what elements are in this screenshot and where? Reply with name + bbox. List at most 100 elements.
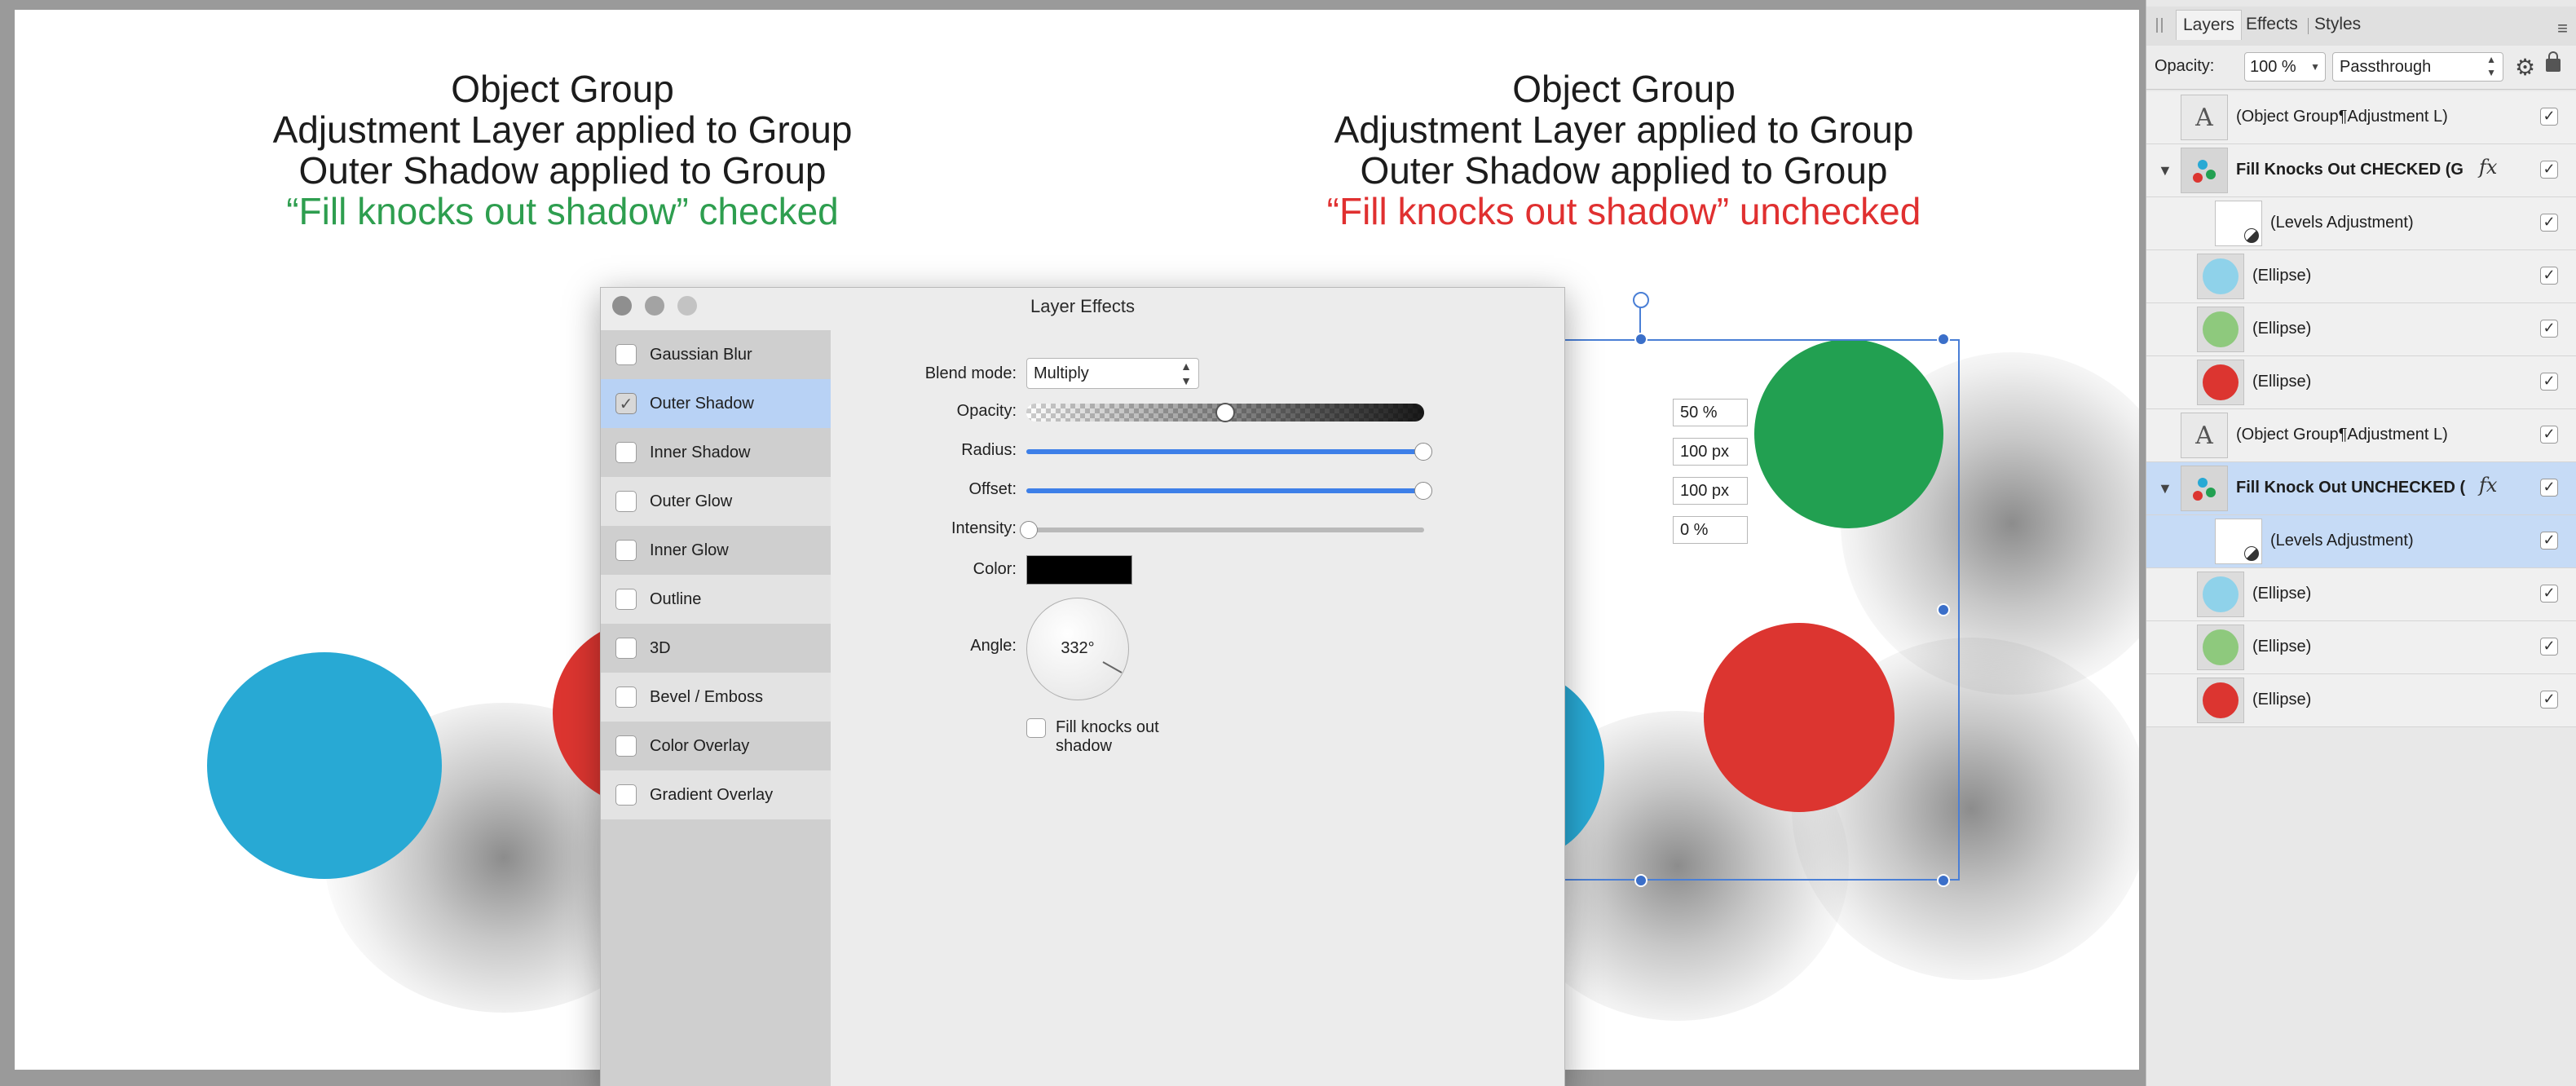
layer-row[interactable]: (Levels Adjustment) ✓ [2146, 197, 2576, 250]
tab-effects[interactable]: Effects [2246, 15, 2298, 34]
angle-dial[interactable]: 332° [1026, 598, 1129, 700]
right-caption-line3: Outer Shadow applied to Group [1360, 149, 1888, 192]
visibility-checkbox[interactable]: ✓ [2540, 426, 2558, 444]
selection-handle-bottom[interactable] [1634, 874, 1647, 887]
adjustment-icon [2244, 228, 2259, 243]
visibility-checkbox[interactable]: ✓ [2540, 691, 2558, 709]
layer-row[interactable]: (Ellipse) ✓ [2146, 303, 2576, 356]
effect-item[interactable]: Gradient Overlay [601, 770, 831, 819]
fill-knocks-checkbox[interactable] [1026, 718, 1046, 738]
effect-label: Bevel / Emboss [650, 687, 763, 706]
effect-item[interactable]: Outline [601, 575, 831, 624]
rotation-handle[interactable] [1633, 292, 1649, 308]
layer-name: (Ellipse) [2252, 691, 2312, 709]
layer-row[interactable]: ▼ Fill Knock Out UNCHECKED ( fx ✓ [2146, 462, 2576, 515]
opacity-value-field[interactable]: 50 % [1673, 399, 1748, 426]
effect-checkbox[interactable] [615, 344, 637, 365]
stepper-arrows-icon: ▲ ▼ [1180, 360, 1192, 387]
selection-handle-top[interactable] [1634, 333, 1647, 346]
tab-layers[interactable]: Layers [2176, 10, 2243, 40]
dialog-titlebar[interactable]: Layer Effects [601, 288, 1564, 324]
effect-item[interactable]: Gaussian Blur [601, 330, 831, 379]
effect-label: Color Overlay [650, 736, 750, 755]
ellipse-thumbnail [2197, 625, 2244, 670]
effect-checkbox[interactable]: ✓ [615, 393, 637, 414]
fx-icon[interactable]: fx [2479, 156, 2497, 179]
effect-label: 3D [650, 638, 671, 657]
visibility-checkbox[interactable]: ✓ [2540, 585, 2558, 603]
effect-checkbox[interactable] [615, 540, 637, 561]
effect-checkbox[interactable] [615, 686, 637, 708]
layer-opacity-field[interactable]: 100 % ▼ [2244, 52, 2326, 82]
layer-row[interactable]: (Ellipse) ✓ [2146, 568, 2576, 621]
effect-item[interactable]: 3D [601, 624, 831, 673]
offset-slider-knob[interactable] [1414, 482, 1432, 500]
intensity-value-field[interactable]: 0 % [1673, 516, 1748, 544]
effect-checkbox[interactable] [615, 784, 637, 806]
layer-name: (Object Group¶Adjustment L) [2236, 426, 2448, 444]
lock-icon[interactable] [2546, 51, 2561, 72]
layer-name: Fill Knock Out UNCHECKED ( [2236, 479, 2466, 497]
text-layer-thumbnail: A [2181, 413, 2228, 458]
visibility-checkbox[interactable]: ✓ [2540, 267, 2558, 285]
fill-knocks-row[interactable]: Fill knocks out shadow [845, 712, 1171, 755]
effect-item[interactable]: Inner Glow [601, 526, 831, 575]
effect-checkbox[interactable] [615, 442, 637, 463]
intensity-slider-knob[interactable] [1020, 521, 1038, 539]
disclosure-triangle-icon[interactable]: ▼ [2158, 162, 2172, 179]
selection-handle-top-right[interactable] [1937, 333, 1950, 346]
effect-label: Inner Shadow [650, 443, 751, 461]
layer-row[interactable]: (Ellipse) ✓ [2146, 356, 2576, 409]
blend-mode-select[interactable]: Multiply ▲ ▼ [1026, 358, 1199, 389]
visibility-checkbox[interactable]: ✓ [2540, 108, 2558, 126]
layer-row[interactable]: ▼ Fill Knocks Out CHECKED (G fx ✓ [2146, 144, 2576, 197]
ellipse-thumbnail [2197, 307, 2244, 352]
group-thumbnail [2181, 148, 2228, 193]
opacity-slider-knob[interactable] [1215, 403, 1235, 422]
visibility-checkbox[interactable]: ✓ [2540, 161, 2558, 179]
visibility-checkbox[interactable]: ✓ [2540, 373, 2558, 391]
effect-item[interactable]: Color Overlay [601, 722, 831, 770]
layer-row[interactable]: (Ellipse) ✓ [2146, 621, 2576, 674]
panel-menu-icon[interactable]: ≡ [2557, 18, 2568, 39]
selection-handle-bottom-right[interactable] [1937, 874, 1950, 887]
blend-mode-dropdown[interactable]: Passthrough ▲ ▼ [2332, 52, 2503, 82]
layer-row[interactable]: A (Object Group¶Adjustment L) ✓ [2146, 409, 2576, 462]
offset-slider[interactable] [1026, 488, 1424, 493]
effect-item[interactable]: Bevel / Emboss [601, 673, 831, 722]
right-caption-line4: “Fill knocks out shadow” unchecked [1326, 190, 1921, 232]
disclosure-triangle-icon[interactable]: ▼ [2158, 480, 2172, 497]
layers-panel: Layers Effects Styles ≡ Opacity: 100 % ▼… [2146, 0, 2576, 1086]
effect-checkbox[interactable] [615, 589, 637, 610]
visibility-checkbox[interactable]: ✓ [2540, 532, 2558, 550]
effect-item[interactable]: Outer Glow [601, 477, 831, 526]
drag-grip-icon[interactable] [2156, 18, 2163, 33]
intensity-slider[interactable] [1026, 528, 1424, 532]
ellipse-swatch [2203, 364, 2239, 400]
offset-value-field[interactable]: 100 px [1673, 477, 1748, 505]
layer-row[interactable]: (Ellipse) ✓ [2146, 674, 2576, 727]
effect-item[interactable]: Inner Shadow [601, 428, 831, 477]
left-caption: Object Group Adjustment Layer applied to… [114, 68, 1011, 232]
left-blue-circle[interactable] [207, 652, 442, 879]
layer-row[interactable]: (Levels Adjustment) ✓ [2146, 515, 2576, 568]
layer-row[interactable]: (Ellipse) ✓ [2146, 250, 2576, 303]
tab-styles[interactable]: Styles [2314, 15, 2361, 34]
selection-handle-right[interactable] [1937, 603, 1950, 616]
visibility-checkbox[interactable]: ✓ [2540, 479, 2558, 497]
layer-row[interactable]: A (Object Group¶Adjustment L) ✓ [2146, 91, 2576, 144]
fx-icon[interactable]: fx [2479, 474, 2497, 497]
effect-item[interactable]: ✓ Outer Shadow [601, 379, 831, 428]
effect-checkbox[interactable] [615, 491, 637, 512]
visibility-checkbox[interactable]: ✓ [2540, 214, 2558, 232]
effect-checkbox[interactable] [615, 638, 637, 659]
effect-label: Outer Glow [650, 492, 733, 510]
radius-value-field[interactable]: 100 px [1673, 438, 1748, 466]
radius-slider[interactable] [1026, 449, 1424, 454]
shadow-color-swatch[interactable] [1026, 555, 1132, 585]
effect-checkbox[interactable] [615, 735, 637, 757]
radius-slider-knob[interactable] [1414, 443, 1432, 461]
gear-icon[interactable]: ⚙ [2515, 54, 2535, 81]
visibility-checkbox[interactable]: ✓ [2540, 320, 2558, 338]
visibility-checkbox[interactable]: ✓ [2540, 638, 2558, 656]
